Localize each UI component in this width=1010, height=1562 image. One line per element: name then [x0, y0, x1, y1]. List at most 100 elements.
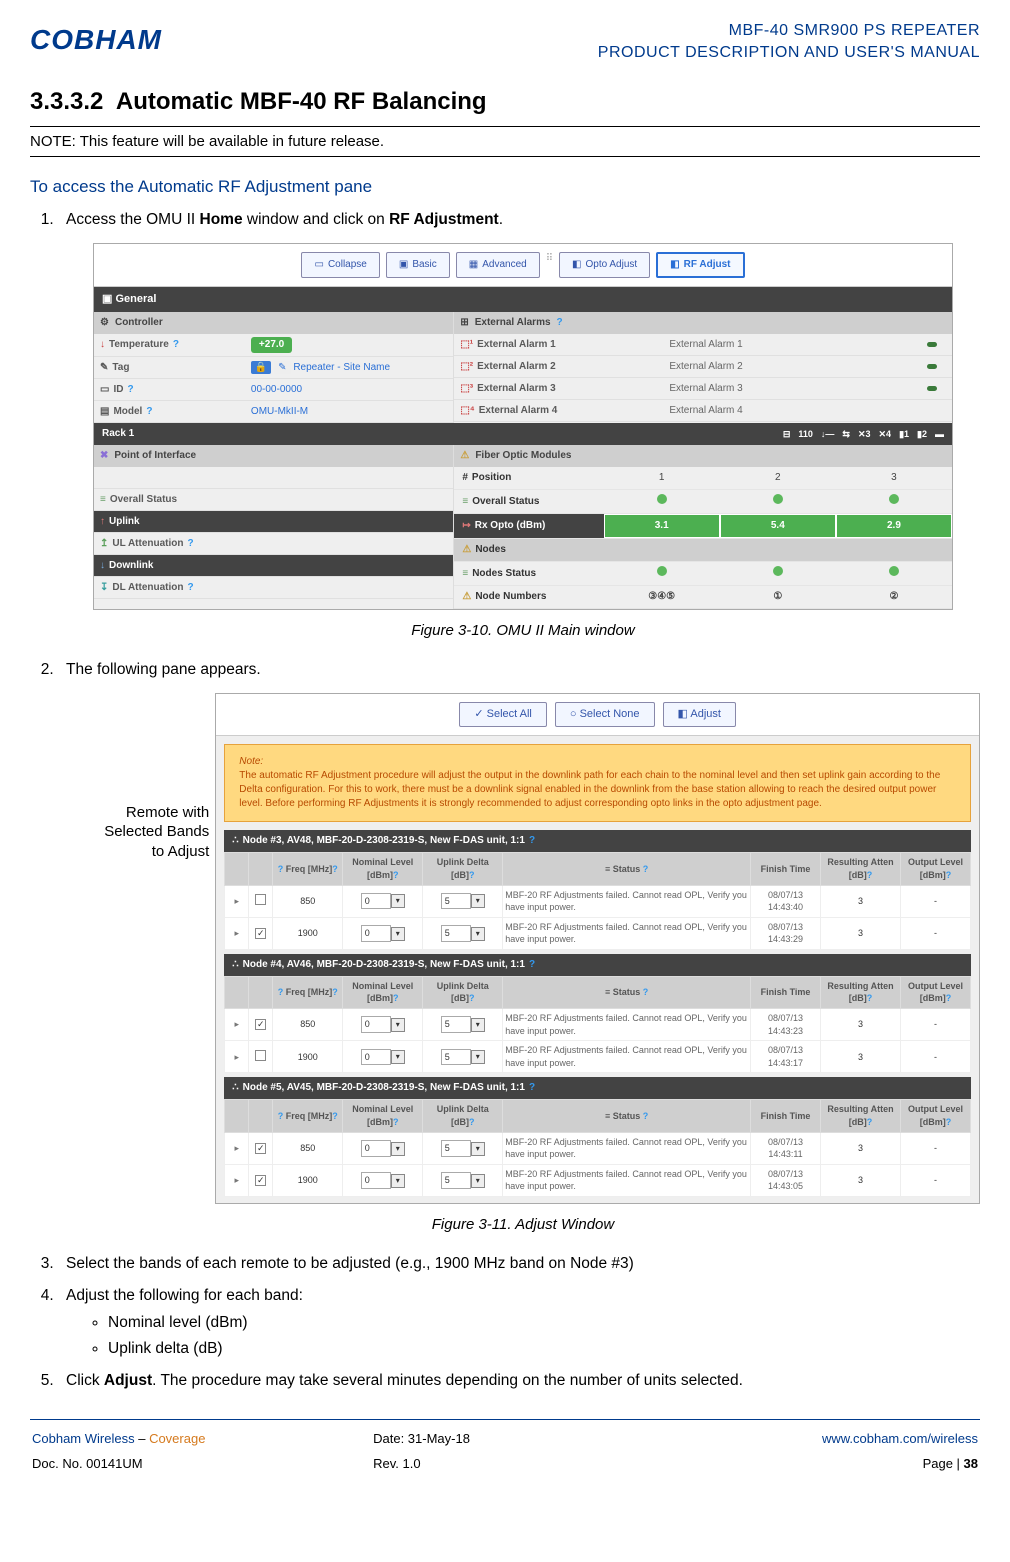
uplink-arrow-icon: ↑ — [100, 515, 105, 529]
rf-label: RF Adjust — [684, 258, 731, 272]
node-numbers-2[interactable]: ① — [720, 586, 836, 608]
brand-logo: COBHAM — [30, 20, 162, 59]
dropdown-icon[interactable]: ▾ — [471, 894, 485, 908]
fiber-title-text: Fiber Optic Modules — [475, 449, 571, 463]
node-table: ? Freq [MHz]?Nominal Level [dBm]?Uplink … — [224, 1099, 971, 1197]
model-value: OMU-MkII-M — [245, 402, 453, 422]
node-numbers-3[interactable]: ② — [836, 586, 952, 608]
lock-icon[interactable]: 🔒 — [251, 361, 271, 374]
freq-cell: 850 — [273, 1132, 343, 1164]
expand-arrow-icon[interactable]: ▸ — [232, 1142, 242, 1155]
fiber-pos-3: 3 — [836, 467, 952, 489]
band-checkbox[interactable] — [255, 1143, 266, 1154]
finish-time-cell: 08/07/13 14:43:17 — [751, 1041, 821, 1073]
uplink-delta-input[interactable]: 5 — [441, 893, 471, 910]
band-checkbox[interactable] — [255, 1050, 266, 1061]
note-title: Note: — [239, 756, 263, 767]
omu-main-window: ▭ Collapse ▣ Basic ▦ Advanced ⠿ ◧ Opto A… — [93, 243, 953, 610]
bracket-annotation: Remote with Selected Bands to Adjust — [96, 693, 209, 862]
rack-opt-icon: ⇆ — [842, 428, 850, 441]
nominal-input[interactable]: 0 — [361, 1140, 391, 1157]
help-icon[interactable]: ? — [557, 316, 563, 330]
dropdown-icon[interactable]: ▾ — [471, 1018, 485, 1032]
status-lines-icon: ≡ — [462, 495, 468, 509]
adjust-button[interactable]: ◧ Adjust — [663, 702, 736, 727]
dropdown-icon[interactable]: ▾ — [391, 1142, 405, 1156]
ext-alarm-2-label: External Alarm 2 — [477, 360, 556, 374]
status-lines-icon: ≡ — [100, 493, 106, 507]
fiber-rx-1: 3.1 — [604, 514, 720, 538]
resulting-atten-cell: 3 — [821, 1009, 901, 1041]
help-icon[interactable]: ? — [146, 405, 152, 419]
poi-overall-label: Overall Status — [110, 493, 177, 507]
figure-2-caption: Figure 3-11. Adjust Window — [66, 1214, 980, 1235]
ext-alarms-title-text: External Alarms — [475, 316, 551, 330]
nominal-input[interactable]: 0 — [361, 893, 391, 910]
band-checkbox[interactable] — [255, 1175, 266, 1186]
poi-title-text: Point of Interface — [114, 449, 196, 463]
dropdown-icon[interactable]: ▾ — [391, 1174, 405, 1188]
section-title: Automatic MBF-40 RF Balancing — [116, 88, 487, 115]
nominal-input[interactable]: 0 — [361, 1016, 391, 1033]
dropdown-icon[interactable]: ▾ — [391, 927, 405, 941]
footer-dash: – — [135, 1431, 149, 1446]
uplink-delta-input[interactable]: 5 — [441, 925, 471, 942]
expand-arrow-icon[interactable]: ▸ — [232, 895, 242, 908]
step-5: Click Adjust. The procedure may take sev… — [58, 1370, 980, 1392]
nominal-input[interactable]: 0 — [361, 1172, 391, 1189]
expand-arrow-icon[interactable]: ▸ — [232, 1174, 242, 1187]
rf-adjust-button[interactable]: ◧ RF Adjust — [656, 252, 744, 278]
dropdown-icon[interactable]: ▾ — [471, 927, 485, 941]
rack-title-text: Rack 1 — [102, 427, 134, 441]
status-dot — [927, 342, 937, 347]
help-icon[interactable]: ? — [529, 958, 535, 972]
nominal-input[interactable]: 0 — [361, 1049, 391, 1066]
rack-opt-icon: ▮1 — [899, 428, 909, 441]
output-level-cell: - — [901, 917, 971, 949]
status-cell: MBF-20 RF Adjustments failed. Cannot rea… — [503, 885, 751, 917]
nominal-input[interactable]: 0 — [361, 925, 391, 942]
help-icon[interactable]: ? — [173, 338, 179, 352]
uplink-delta-input[interactable]: 5 — [441, 1049, 471, 1066]
opto-adjust-button[interactable]: ◧ Opto Adjust — [559, 252, 650, 278]
footer-url[interactable]: www.cobham.com/wireless — [822, 1431, 978, 1446]
dropdown-icon[interactable]: ▾ — [391, 1018, 405, 1032]
output-level-cell: - — [901, 1164, 971, 1196]
expand-arrow-icon[interactable]: ▸ — [232, 1051, 242, 1064]
dropdown-icon[interactable]: ▾ — [471, 1050, 485, 1064]
select-all-button[interactable]: ✓ Select All — [459, 702, 547, 727]
dropdown-icon[interactable]: ▾ — [391, 1050, 405, 1064]
select-none-button[interactable]: ○ Select None — [555, 702, 655, 727]
help-icon[interactable]: ? — [529, 1081, 535, 1095]
expand-arrow-icon[interactable]: ▸ — [232, 927, 242, 940]
general-title-text: General — [115, 293, 156, 305]
uplink-delta-input[interactable]: 5 — [441, 1140, 471, 1157]
node-numbers-1[interactable]: ③④⑤ — [604, 586, 720, 608]
band-checkbox[interactable] — [255, 928, 266, 939]
help-icon[interactable]: ? — [529, 834, 535, 848]
fiber-pos-1: 1 — [604, 467, 720, 489]
help-icon[interactable]: ? — [127, 383, 133, 397]
basic-button[interactable]: ▣ Basic — [386, 252, 450, 278]
ext-alarm-4-label: External Alarm 4 — [479, 404, 558, 418]
doc-header-line1: MBF-40 SMR900 PS REPEATER — [598, 20, 980, 42]
uplink-delta-input[interactable]: 5 — [441, 1172, 471, 1189]
fiber-header: ⚠Fiber Optic Modules — [454, 445, 952, 467]
expand-arrow-icon[interactable]: ▸ — [232, 1018, 242, 1031]
collapse-button[interactable]: ▭ Collapse — [301, 252, 379, 278]
dropdown-icon[interactable]: ▾ — [471, 1142, 485, 1156]
section-heading: 3.3.3.2 Automatic MBF-40 RF Balancing — [30, 85, 980, 119]
dropdown-icon[interactable]: ▾ — [391, 894, 405, 908]
tag-value: Repeater - Site Name — [293, 362, 390, 373]
uplink-delta-input[interactable]: 5 — [441, 1016, 471, 1033]
advanced-button[interactable]: ▦ Advanced — [456, 252, 540, 278]
help-icon[interactable]: ? — [188, 581, 194, 595]
band-checkbox[interactable] — [255, 1019, 266, 1030]
band-checkbox[interactable] — [255, 894, 266, 905]
adjust-label: Adjust — [690, 708, 721, 720]
help-icon[interactable]: ? — [188, 537, 194, 551]
edit-icon[interactable]: ✎ — [274, 361, 290, 374]
fiber-rx-2: 5.4 — [720, 514, 836, 538]
dropdown-icon[interactable]: ▾ — [471, 1174, 485, 1188]
controller-title-text: Controller — [115, 316, 163, 330]
